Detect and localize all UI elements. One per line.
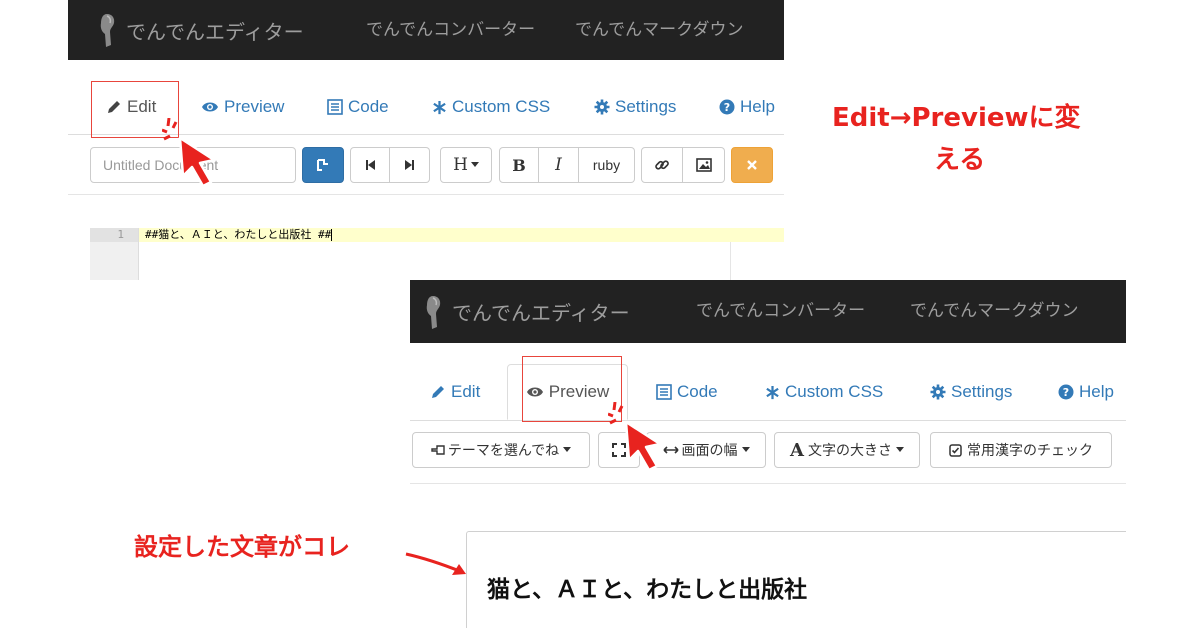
tab-code[interactable]: Code (327, 80, 389, 134)
nav-link-markdown[interactable]: でんでんマークダウン (575, 0, 743, 60)
preview-screenshot: でんでんエディター でんでんコンバーター でんでんマークダウン Edit Pre… (410, 280, 1126, 628)
gear-icon (594, 99, 610, 115)
sync-icon (317, 159, 328, 171)
mouse-cursor-icon (608, 402, 662, 472)
hand-pointer-icon (431, 445, 445, 455)
kanji-check-button[interactable]: 常用漢字のチェック (930, 432, 1112, 468)
tab-help[interactable]: ? Help (1058, 364, 1114, 420)
top-navbar: でんでんエディター でんでんコンバーター でんでんマークダウン (410, 280, 1126, 343)
jump-start-button[interactable] (350, 147, 390, 183)
close-icon (747, 160, 757, 170)
editor-line-number: 1 (90, 228, 138, 242)
nav-link-markdown[interactable]: でんでんマークダウン (910, 280, 1078, 343)
tab-settings[interactable]: Settings (594, 80, 676, 134)
image-icon (695, 158, 712, 172)
top-navbar: でんでんエディター でんでんコンバーター でんでんマークダウン (68, 0, 784, 60)
arrow-right-icon (405, 552, 466, 575)
eye-icon (202, 102, 218, 112)
toolbar-divider (410, 483, 1126, 484)
tab-edit[interactable]: Edit (430, 364, 480, 420)
nav-link-converter[interactable]: でんでんコンバーター (366, 0, 535, 60)
italic-button[interactable]: I (539, 147, 579, 183)
tab-settings[interactable]: Settings (930, 364, 1012, 420)
question-circle-icon: ? (719, 99, 735, 115)
tab-custom-css[interactable]: Custom CSS (432, 80, 550, 134)
asterisk-icon (766, 385, 779, 399)
toolbar-divider (68, 194, 784, 195)
pencil-icon (432, 386, 444, 398)
font-size-dropdown[interactable]: A 文字の大きさ (774, 432, 920, 468)
font-size-icon: A (790, 439, 804, 461)
step-backward-icon (366, 160, 375, 170)
step-forward-icon (404, 160, 414, 170)
brand[interactable]: でんでんエディター (96, 0, 304, 60)
annotation-result-label: 設定した文章がコレ (134, 533, 350, 561)
brand-name: でんでんエディター (452, 301, 630, 325)
tab-help[interactable]: ? Help (719, 80, 775, 134)
nav-link-converter[interactable]: でんでんコンバーター (696, 280, 865, 343)
preview-heading: 猫と、ＡＩと、わたしと出版社 (487, 577, 808, 603)
annotation-tab-change-line1: Edit→Previewに変 (832, 103, 1081, 133)
logo-icon (426, 295, 441, 329)
editor-line[interactable]: ##猫と、ＡＩと、わたしと出版社 ## (139, 228, 784, 242)
ruby-button[interactable]: ruby (579, 147, 635, 183)
check-square-icon (949, 443, 962, 457)
brand[interactable]: でんでんエディター (422, 280, 630, 343)
link-button[interactable] (641, 147, 683, 183)
close-button[interactable] (731, 147, 773, 183)
caret-down-icon (741, 447, 750, 452)
svg-text:?: ? (1063, 386, 1069, 399)
preview-tab-highlight (522, 356, 622, 422)
caret-down-icon (563, 447, 572, 452)
editor-right-border (730, 242, 731, 280)
sync-scroll-button[interactable] (302, 147, 344, 183)
annotation-tab-change-line2: える (934, 145, 986, 175)
caret-down-icon (895, 447, 904, 452)
heading-dropdown[interactable]: H (440, 147, 492, 183)
list-icon (327, 99, 343, 115)
link-icon (655, 160, 669, 170)
svg-text:?: ? (724, 101, 730, 114)
tab-custom-css[interactable]: Custom CSS (765, 364, 883, 420)
text-cursor (331, 229, 333, 241)
theme-dropdown[interactable]: テーマを選んでね (412, 432, 590, 468)
gear-icon (930, 384, 946, 400)
caret-down-icon (470, 162, 479, 167)
mouse-cursor-icon (162, 118, 216, 188)
question-circle-icon: ? (1058, 384, 1074, 400)
editor-line-text: ##猫と、ＡＩと、わたしと出版社 ## (145, 228, 332, 241)
bold-button[interactable]: B (499, 147, 539, 183)
list-icon (656, 384, 672, 400)
tab-bar: Edit Preview Code Custom CSS Settings ? … (410, 364, 1126, 421)
image-button[interactable] (683, 147, 725, 183)
asterisk-icon (433, 100, 446, 114)
jump-end-button[interactable] (390, 147, 430, 183)
brand-name: でんでんエディター (126, 19, 304, 44)
logo-icon (100, 14, 115, 47)
